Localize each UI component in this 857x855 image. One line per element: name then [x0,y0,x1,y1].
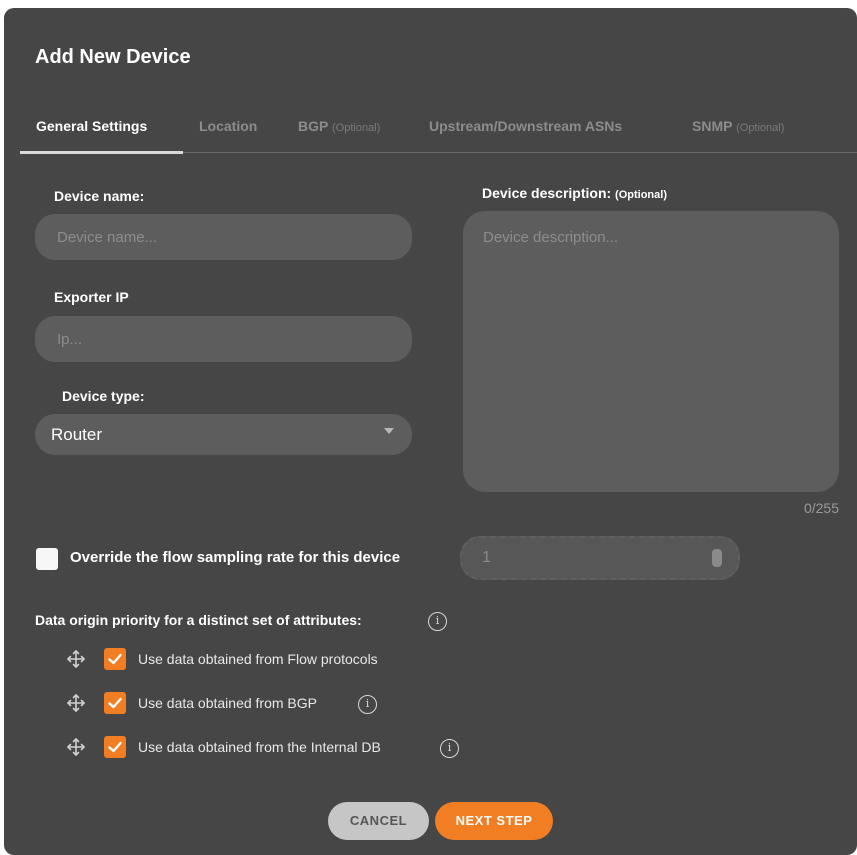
bgp-label: Use data obtained from BGP [138,695,317,711]
tab-label: BGP [298,118,329,134]
cancel-button[interactable]: CANCEL [328,802,429,840]
description-char-counter: 0/255 [803,500,839,516]
tab-location[interactable]: Location [199,118,257,134]
move-icon[interactable] [66,649,86,669]
tab-upstream-downstream-asns[interactable]: Upstream/Downstream ASNs [429,118,622,134]
tab-snmp[interactable]: SNMP (Optional) [692,118,784,134]
device-name-input[interactable] [35,214,412,260]
device-type-label: Device type: [62,388,145,404]
priority-label: Data origin priority for a distinct set … [35,612,362,628]
exporter-ip-input[interactable] [35,316,412,362]
device-description-label: Device description: (Optional) [482,185,667,201]
next-step-button[interactable]: NEXT STEP [435,802,553,840]
tab-label: Location [199,118,258,134]
exporter-ip-label: Exporter IP [54,289,129,305]
tab-label: Upstream/Downstream ASNs [429,118,623,134]
checkmark-icon [108,697,122,709]
info-icon[interactable]: i [358,695,377,714]
description-optional-tag: (Optional) [615,189,667,201]
flow-protocols-checkbox[interactable] [104,648,126,670]
active-tab-indicator [20,151,183,154]
stepper-icon [712,549,722,567]
device-type-value: Router [51,425,103,444]
override-sampling-checkbox[interactable] [36,548,58,570]
device-description-textarea[interactable] [463,211,839,492]
flow-protocols-label: Use data obtained from Flow protocols [138,651,378,667]
info-icon[interactable]: i [428,612,447,631]
tab-bgp[interactable]: BGP (Optional) [298,118,380,134]
override-sampling-label: Override the flow sampling rate for this… [70,549,401,566]
tab-label: SNMP [692,118,733,134]
tab-general-settings[interactable]: General Settings [36,118,147,134]
device-name-label: Device name: [54,188,145,204]
tab-optional-tag: (Optional) [736,122,785,134]
description-label-text: Device description: [482,185,612,201]
tab-optional-tag: (Optional) [331,122,381,134]
checkmark-icon [108,741,122,753]
caret-down-icon [384,428,394,434]
move-icon[interactable] [66,737,86,757]
tab-label: General Settings [36,118,148,134]
dialog-title: Add New Device [35,46,191,68]
internal-db-label: Use data obtained from the Internal DB [138,739,381,755]
checkmark-icon [108,653,122,665]
internal-db-checkbox[interactable] [104,736,126,758]
sampling-rate-input: 1 [460,536,740,580]
move-icon[interactable] [66,693,86,713]
sampling-rate-value: 1 [482,549,491,566]
device-type-select[interactable]: Router [35,414,412,455]
info-icon[interactable]: i [440,739,459,758]
add-device-dialog: Add New Device General Settings Location… [4,8,857,855]
bgp-checkbox[interactable] [104,692,126,714]
